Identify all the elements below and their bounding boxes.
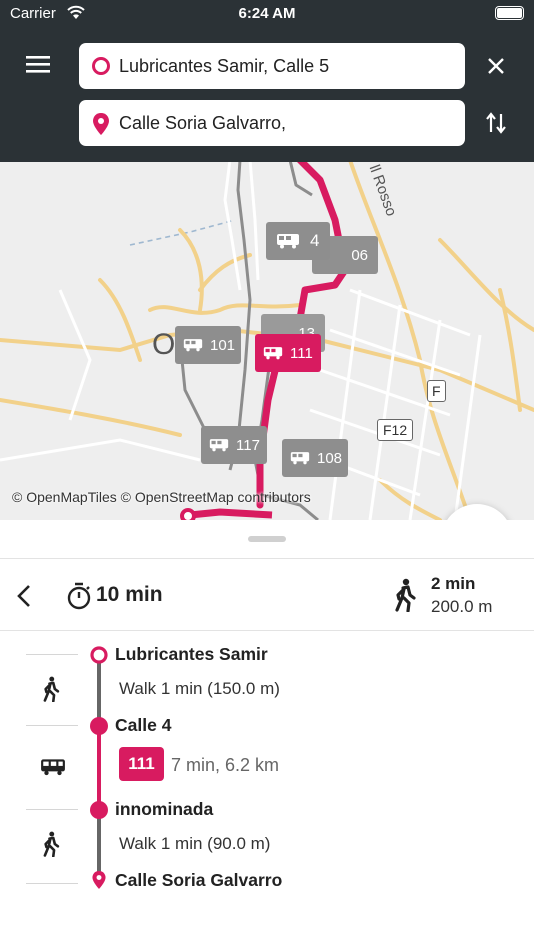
swap-icon[interactable] <box>484 110 508 136</box>
road-shield-f12-text: F12 <box>383 422 408 438</box>
itinerary-steps: Lubricantes Samir Walk 1 min (150.0 m) C… <box>0 630 534 950</box>
bus-label-4[interactable]: 4 <box>266 222 330 260</box>
origin-circle-icon <box>92 57 110 75</box>
bus-label-108[interactable]: 108 <box>282 439 348 477</box>
walk-icon <box>395 578 416 612</box>
itinerary-sheet: 10 min 2 min 200.0 m Lubricantes Samir W… <box>0 520 534 950</box>
stop-dot-icon <box>90 801 108 819</box>
step-separator <box>26 654 78 655</box>
sheet-drag-handle[interactable] <box>248 536 286 542</box>
close-icon[interactable] <box>484 54 508 78</box>
bus-icon <box>41 759 65 776</box>
destination-text: Calle Soria Galvarro, <box>119 112 287 133</box>
battery-icon <box>495 6 524 20</box>
bus-icon <box>263 347 283 360</box>
total-walk-time: 2 min <box>431 574 476 593</box>
bus-icon <box>183 339 203 352</box>
map-attribution[interactable]: © OpenMapTiles © OpenStreetMap contribut… <box>12 489 311 505</box>
bus-label-117-text: 117 <box>236 436 260 454</box>
destination-pin-icon <box>93 113 109 135</box>
step-separator <box>26 883 78 884</box>
ride-details: 7 min, 6.2 km <box>171 755 280 775</box>
bus-icon <box>277 234 299 249</box>
menu-icon[interactable] <box>24 52 52 76</box>
bus-label-108-text: 108 <box>317 449 343 467</box>
step-separator <box>26 725 78 726</box>
bus-label-101-text: 101 <box>210 336 236 354</box>
walk-segment-line <box>97 818 101 875</box>
route-badge[interactable]: 111 <box>119 747 164 781</box>
road-shield-f: F <box>427 380 446 402</box>
destination-field[interactable]: Calle Soria Galvarro, <box>79 100 465 146</box>
bus-label-111-text: 111 <box>290 344 313 362</box>
origin-circle-icon <box>90 646 108 664</box>
itinerary-summary: 10 min 2 min 200.0 m <box>0 558 534 630</box>
bus-icon <box>209 439 229 452</box>
status-bar: Carrier 6:24 AM <box>0 0 534 28</box>
back-icon[interactable] <box>14 582 34 610</box>
stop-dot-icon <box>90 717 108 735</box>
bus-label-101[interactable]: 101 <box>175 326 241 364</box>
status-time: 6:24 AM <box>238 5 296 22</box>
trip-duration: 10 min <box>96 583 163 606</box>
timer-icon <box>67 582 91 610</box>
bus-icon <box>290 452 310 465</box>
bus-label-111[interactable]: 111 <box>255 334 321 372</box>
origin-field[interactable]: Lubricantes Samir, Calle 5 <box>79 43 465 89</box>
origin-stop-label: Lubricantes Samir <box>115 644 268 664</box>
step-separator <box>26 809 78 810</box>
bus-label-117[interactable]: 117 <box>201 426 267 464</box>
total-walk-distance: 200.0 m <box>431 597 493 616</box>
walk-step-1: Walk 1 min (150.0 m) <box>119 679 280 698</box>
walk-icon <box>43 831 60 857</box>
walk-step-2: Walk 1 min (90.0 m) <box>119 834 271 853</box>
search-header: Lubricantes Samir, Calle 5 Calle Soria G… <box>0 28 534 162</box>
bus-label-06-text: 06 <box>351 246 368 264</box>
walk-icon <box>43 676 60 702</box>
board-stop-label: Calle 4 <box>115 715 172 735</box>
origin-text: Lubricantes Samir, Calle 5 <box>119 55 330 76</box>
city-label-fragment: O <box>152 328 176 361</box>
alight-stop-label: innominada <box>115 799 214 819</box>
bus-label-4-text: 4 <box>310 231 320 250</box>
destination-stop-label: Calle Soria Galvarro <box>115 870 283 890</box>
destination-pin-icon <box>92 871 106 889</box>
map-view[interactable]: ll Rosso F12 F O 06 4 13 101 111 117 108… <box>0 160 534 520</box>
ride-segment-line <box>97 734 101 809</box>
road-shield-f12: F12 <box>377 419 414 441</box>
road-shield-f-text: F <box>432 383 441 399</box>
